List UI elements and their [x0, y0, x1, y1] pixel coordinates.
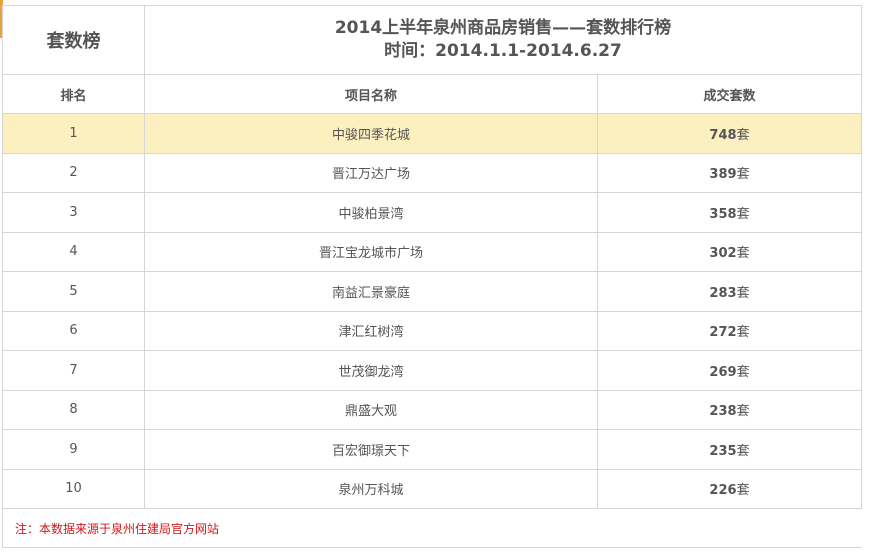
deal-count-unit: 套	[736, 167, 750, 183]
table-title-cell: 2014上半年泉州商品房销售——套数排行榜 时间：2014.1.1-2014.6…	[143, 5, 863, 75]
rank-cell: 3	[2, 192, 145, 233]
deal-count-unit: 套	[736, 483, 750, 499]
table-row: 5 南益汇景豪庭 283套	[2, 271, 863, 312]
deal-count-value: 272	[709, 325, 737, 341]
deal-count-cell: 235套	[596, 429, 863, 470]
table-row: 7 世茂御龙湾 269套	[2, 350, 863, 391]
table-row: 3 中骏柏景湾 358套	[2, 192, 863, 233]
table-row: 9 百宏御璟天下 235套	[2, 429, 863, 470]
rank-cell: 4	[2, 231, 145, 272]
table-row: 2 晋江万达广场 389套	[2, 152, 863, 193]
table-row: 1 中骏四季花城 748套	[2, 113, 863, 154]
deal-count-unit: 套	[736, 246, 750, 262]
deal-count-cell: 226套	[596, 468, 863, 509]
deal-count-value: 302	[709, 246, 737, 262]
deal-count-cell: 283套	[596, 271, 863, 312]
project-name-cell: 晋江万达广场	[144, 152, 598, 193]
deal-count-unit: 套	[736, 443, 750, 459]
table-row: 4 晋江宝龙城市广场 302套	[2, 231, 863, 272]
project-name-cell: 中骏柏景湾	[144, 192, 598, 233]
deal-count-value: 358	[709, 206, 737, 222]
project-name-cell: 中骏四季花城	[144, 113, 598, 154]
table-row: 10 泉州万科城 226套	[2, 468, 863, 509]
deal-count-cell: 389套	[596, 152, 863, 193]
table-rows: 1 中骏四季花城 748套 2 晋江万达广场 389套 3 中骏柏景湾 358套 4 晋江宝龙城市广…	[2, 113, 863, 509]
deal-count-cell: 238套	[596, 389, 863, 430]
rank-cell: 2	[2, 152, 145, 193]
deal-count-unit: 套	[736, 285, 750, 301]
rank-cell: 6	[2, 310, 145, 351]
column-header-name: 项目名称	[144, 74, 598, 114]
deal-count-cell: 748套	[596, 113, 863, 154]
project-name-cell: 鼎盛大观	[144, 389, 598, 430]
rank-cell: 10	[2, 468, 145, 509]
deal-count-cell: 272套	[596, 310, 863, 351]
deal-count-unit: 套	[736, 325, 750, 341]
rank-cell: 5	[2, 271, 145, 312]
table-row: 6 津汇红树湾 272套	[2, 310, 863, 351]
deal-count-value: 235	[709, 443, 737, 459]
deal-count-value: 748	[709, 127, 737, 143]
deal-count-cell: 302套	[596, 231, 863, 272]
column-header-rank: 排名	[2, 74, 145, 114]
ranking-table: 套数榜 2014上半年泉州商品房销售——套数排行榜 时间：2014.1.1-20…	[1, 5, 863, 548]
deal-count-unit: 套	[736, 127, 750, 143]
project-name-cell: 晋江宝龙城市广场	[144, 231, 598, 272]
deal-count-value: 226	[709, 483, 737, 499]
title-row: 套数榜 2014上半年泉州商品房销售——套数排行榜 时间：2014.1.1-20…	[2, 5, 863, 75]
table-label: 套数榜	[2, 5, 145, 75]
rank-cell: 8	[2, 389, 145, 430]
deal-count-value: 238	[709, 404, 737, 420]
deal-count-value: 269	[709, 364, 737, 380]
source-note: 注：本数据来源于泉州住建局官方网站	[15, 521, 220, 536]
rank-cell: 9	[2, 429, 145, 470]
table-title: 2014上半年泉州商品房销售——套数排行榜	[334, 18, 672, 38]
deal-count-value: 283	[709, 285, 737, 301]
project-name-cell: 泉州万科城	[144, 468, 598, 509]
deal-count-cell: 358套	[596, 192, 863, 233]
header-row: 排名 项目名称 成交套数	[2, 74, 863, 114]
source-note-cell: 注：本数据来源于泉州住建局官方网站	[1, 508, 862, 548]
deal-count-cell: 269套	[596, 350, 863, 391]
deal-count-unit: 套	[736, 404, 750, 420]
project-name-cell: 南益汇景豪庭	[144, 271, 598, 312]
rank-cell: 1	[2, 113, 145, 154]
note-row: 注：本数据来源于泉州住建局官方网站	[1, 508, 862, 548]
deal-count-unit: 套	[736, 206, 750, 222]
column-header-count: 成交套数	[596, 74, 863, 114]
project-name-cell: 津汇红树湾	[144, 310, 598, 351]
deal-count-value: 389	[709, 167, 737, 183]
project-name-cell: 百宏御璟天下	[144, 429, 598, 470]
table-row: 8 鼎盛大观 238套	[2, 389, 863, 430]
deal-count-unit: 套	[736, 364, 750, 380]
project-name-cell: 世茂御龙湾	[144, 350, 598, 391]
table-subtitle: 时间：2014.1.1-2014.6.27	[384, 41, 622, 61]
rank-cell: 7	[2, 350, 145, 391]
